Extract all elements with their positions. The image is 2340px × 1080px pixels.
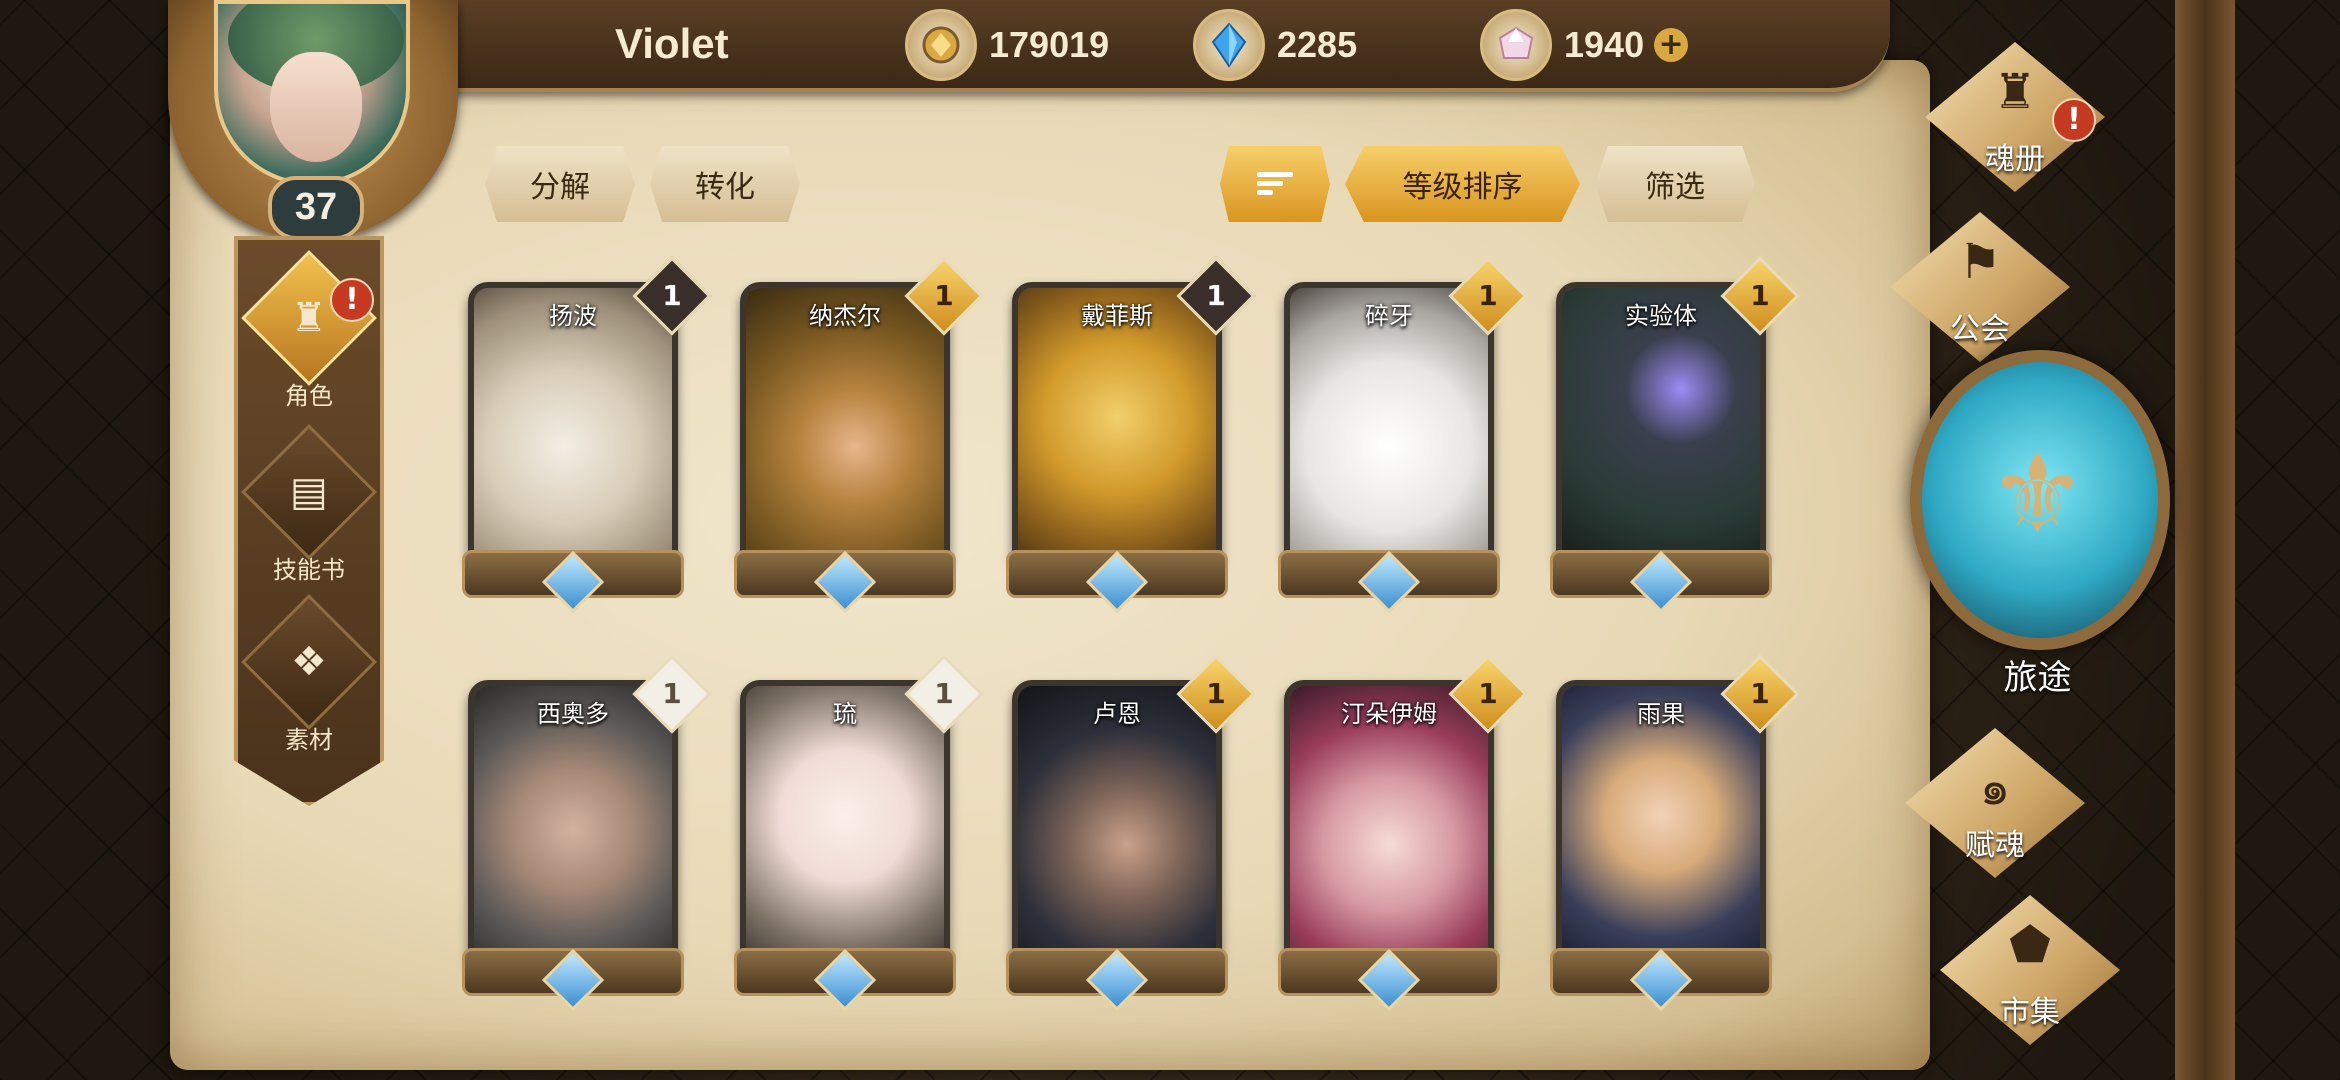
- card-frame: 雨果: [1556, 680, 1766, 980]
- sort-lines-icon: [1257, 172, 1293, 195]
- card-frame: 碎牙: [1284, 282, 1494, 582]
- card-portrait: [474, 288, 672, 576]
- right-rail: [2175, 0, 2235, 1080]
- card-frame: 西奥多: [468, 680, 678, 980]
- soul-book-alert-badge: !: [2052, 98, 2096, 142]
- card-portrait: [746, 288, 944, 576]
- card-name: 纳杰尔: [809, 302, 881, 330]
- endow-soul-button[interactable]: ๑ 赋魂: [1880, 728, 2110, 878]
- card-portrait: [746, 686, 944, 974]
- guild-label: 公会: [1950, 312, 2010, 347]
- card-frame: 戴菲斯: [1012, 282, 1222, 582]
- card-name: 雨果: [1637, 700, 1685, 728]
- trident-emblem-icon: ⚜: [1988, 430, 2087, 558]
- pentagon-gem-icon: ⬟: [2009, 917, 2051, 973]
- hero-card[interactable]: 纳杰尔 1: [734, 256, 984, 614]
- journey-label: 旅途: [2003, 658, 2072, 698]
- card-portrait: [1018, 288, 1216, 576]
- book-icon: ▤: [241, 424, 377, 560]
- sort-order-button[interactable]: [1220, 146, 1330, 222]
- convert-button[interactable]: 转化: [650, 146, 800, 222]
- card-portrait: [1018, 686, 1216, 974]
- gold-coin-icon: [905, 9, 977, 81]
- hero-card[interactable]: 扬波 1: [462, 256, 712, 614]
- gem-amount: 1940: [1564, 24, 1645, 65]
- card-frame: 实验体: [1556, 282, 1766, 582]
- player-name: Violet: [615, 20, 729, 67]
- pink-gem-icon: [1480, 9, 1552, 81]
- journey-button[interactable]: ⚜ 旅途: [1900, 350, 2175, 720]
- add-gem-button[interactable]: +: [1654, 28, 1689, 62]
- blue-crystal-icon: [1193, 9, 1265, 81]
- decompose-button[interactable]: 分解: [485, 146, 635, 222]
- card-name: 实验体: [1625, 302, 1697, 330]
- player-level-badge: 37: [268, 176, 364, 240]
- card-name: 戴菲斯: [1081, 302, 1153, 330]
- market-label: 市集: [2000, 995, 2060, 1030]
- hero-card[interactable]: 汀朵伊姆 1: [1278, 654, 1528, 1012]
- endow-soul-label: 赋魂: [1965, 828, 2025, 863]
- card-frame: 汀朵伊姆: [1284, 680, 1494, 980]
- sort-by-level-button[interactable]: 等级排序: [1345, 146, 1580, 222]
- filter-button[interactable]: 筛选: [1595, 146, 1755, 222]
- hero-card[interactable]: 实验体 1: [1550, 256, 1800, 614]
- role-alert-badge: !: [330, 278, 374, 322]
- market-button[interactable]: ⬟ 市集: [1915, 895, 2145, 1045]
- hero-card[interactable]: 碎牙 1: [1278, 256, 1528, 614]
- guild-banner-icon: ⚑: [1958, 234, 2002, 290]
- card-portrait: [1562, 686, 1760, 974]
- card-portrait: [1290, 686, 1488, 974]
- hero-card[interactable]: 卢恩 1: [1006, 654, 1256, 1012]
- crystal-resource: 2285: [1193, 9, 1358, 81]
- swirl-flame-icon: ๑: [1979, 760, 2011, 816]
- card-frame: 琉: [740, 680, 950, 980]
- card-name: 卢恩: [1093, 700, 1141, 728]
- card-frame: 纳杰尔: [740, 282, 950, 582]
- soul-helmet-icon: ♜: [1993, 64, 2037, 120]
- crystal-amount: 2285: [1277, 24, 1358, 65]
- card-name: 琉: [833, 700, 857, 728]
- gold-amount: 179019: [989, 24, 1110, 65]
- sidebar-item-skill-book[interactable]: ▤ 技能书: [241, 424, 377, 585]
- hero-card[interactable]: 戴菲斯 1: [1006, 256, 1256, 614]
- hero-card[interactable]: 雨果 1: [1550, 654, 1800, 1012]
- sidebar-item-material[interactable]: ❖ 素材: [241, 594, 377, 755]
- avatar-face: [270, 52, 362, 162]
- hero-card[interactable]: 琉 1: [734, 654, 984, 1012]
- gem-resource: 1940 +: [1480, 9, 1689, 81]
- soul-book-label: 魂册: [1985, 142, 2045, 177]
- card-name: 西奥多: [537, 700, 609, 728]
- card-frame: 扬波: [468, 282, 678, 582]
- hero-card[interactable]: 西奥多 1: [462, 654, 712, 1012]
- card-frame: 卢恩: [1012, 680, 1222, 980]
- card-name: 扬波: [549, 302, 597, 330]
- material-icon: ❖: [241, 594, 377, 730]
- card-portrait: [1562, 288, 1760, 576]
- card-name: 汀朵伊姆: [1341, 700, 1437, 728]
- card-portrait: [1290, 288, 1488, 576]
- card-name: 碎牙: [1365, 302, 1413, 330]
- card-portrait: [474, 686, 672, 974]
- guild-button[interactable]: ⚑ 公会: [1865, 212, 2095, 362]
- gold-resource: 179019: [905, 9, 1110, 81]
